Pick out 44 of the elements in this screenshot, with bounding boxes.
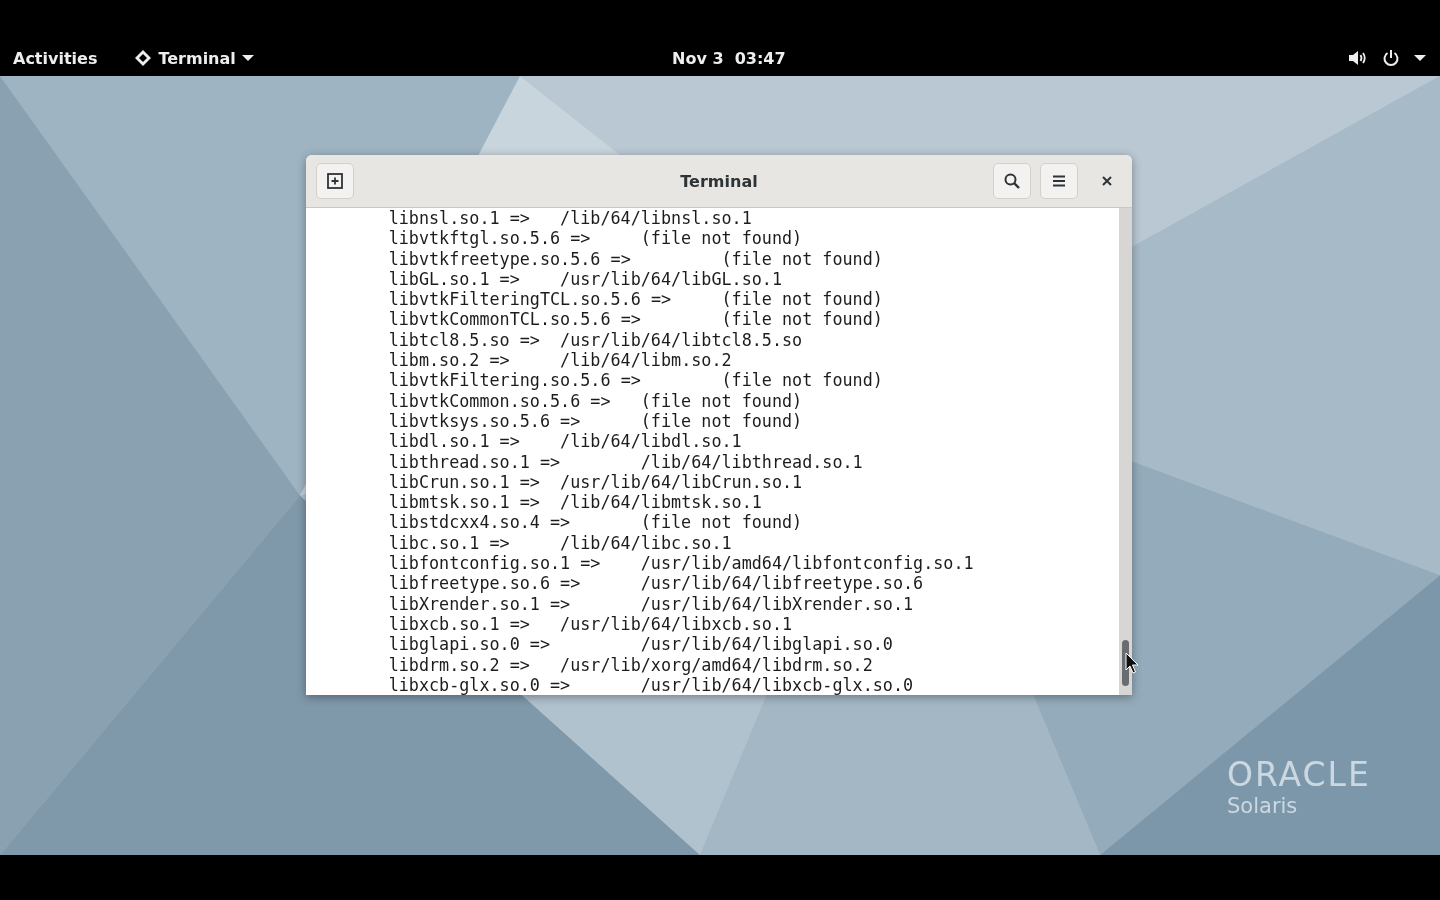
scrollbar[interactable] — [1119, 208, 1132, 695]
wallpaper-logo-subtitle: Solaris — [1227, 793, 1299, 820]
terminal-line: libGL.so.1 => /usr/lib/64/libGL.so.1 — [387, 268, 783, 290]
terminal-line: libmtsk.so.1 => /lib/64/libmtsk.so.1 — [387, 492, 763, 513]
search-button[interactable] — [993, 163, 1031, 199]
terminal-line: libthread.so.1 => /lib/64/libthread.so.1 — [387, 451, 864, 472]
power-icon[interactable] — [1382, 49, 1400, 67]
terminal-line: libvtkftgl.so.5.6 => (file not found) — [387, 228, 804, 249]
terminal-line: libnsl.so.1 => /lib/64/libnsl.so.1 — [387, 208, 753, 229]
terminal-line: libvtkfreetype.so.5.6 => (file not found) — [387, 248, 884, 269]
terminal-line: libvtkFilteringTCL.so.5.6 => (file not found) — [387, 289, 884, 310]
terminal-line: libtcl8.5.so => /usr/lib/64/libtcl8.5.so — [387, 329, 804, 351]
menu-icon — [1051, 174, 1067, 188]
search-icon — [1003, 172, 1021, 190]
mouse-cursor-icon — [1125, 652, 1139, 674]
caret-icon — [241, 54, 254, 62]
terminal-line: libfreetype.so.6 => /usr/lib/64/libfreetype.so.6 — [387, 573, 925, 594]
new-tab-button[interactable] — [316, 163, 354, 199]
new-tab-icon — [326, 172, 344, 190]
terminal-line: libm.so.2 => /lib/64/libm.so.2 — [387, 350, 733, 371]
dropdown-arrow-icon[interactable] — [1414, 54, 1426, 62]
activities-button[interactable]: Activities — [13, 48, 98, 68]
terminal-line: libXrender.so.1 => /usr/lib/64/libXrender.so.1 — [387, 593, 915, 614]
volume-icon[interactable] — [1348, 50, 1368, 66]
terminal-app-icon — [134, 49, 153, 67]
app-menu[interactable]: Terminal — [134, 48, 254, 68]
window-title: Terminal — [680, 171, 758, 191]
terminal-line: libglapi.so.0 => /usr/lib/64/libglapi.so.0 — [387, 634, 894, 655]
terminal-line: libvtksys.so.5.6 => (file not found) — [387, 410, 804, 432]
terminal-line: libxcb.so.1 => /usr/lib/64/libxcb.so.1 — [387, 613, 794, 635]
terminal-line: libfontconfig.so.1 => /usr/lib/amd64/libfontconfig.so.1 — [387, 553, 975, 574]
terminal-line: libstdcxx4.so.4 => (file not found) — [387, 512, 804, 533]
close-icon — [1101, 175, 1113, 187]
terminal-line: libc.so.1 => /lib/64/libc.so.1 — [387, 532, 733, 554]
clock[interactable]: Nov 3 03:47 — [672, 49, 786, 68]
terminal-line: libvtkFiltering.so.5.6 => (file not found) — [387, 370, 884, 391]
terminal-line: libCrun.so.1 => /usr/lib/64/libCrun.so.1 — [387, 471, 804, 493]
terminal-line: libdrm.so.2 => /usr/lib/xorg/amd64/libdrm.so.2 — [387, 654, 874, 675]
terminal-line: libdl.so.1 => /lib/64/libdl.so.1 — [387, 431, 743, 452]
terminal-line: libxcb-glx.so.0 => /usr/lib/64/libxcb-glx.so.0 — [387, 674, 915, 695]
menu-button[interactable] — [1040, 163, 1078, 199]
terminal-line: libvtkCommonTCL.so.5.6 => (file not found) — [387, 309, 884, 330]
terminal-line: libvtkCommon.so.5.6 => (file not found) — [387, 390, 804, 411]
wallpaper-logo-text: ORACLE — [1227, 758, 1371, 792]
